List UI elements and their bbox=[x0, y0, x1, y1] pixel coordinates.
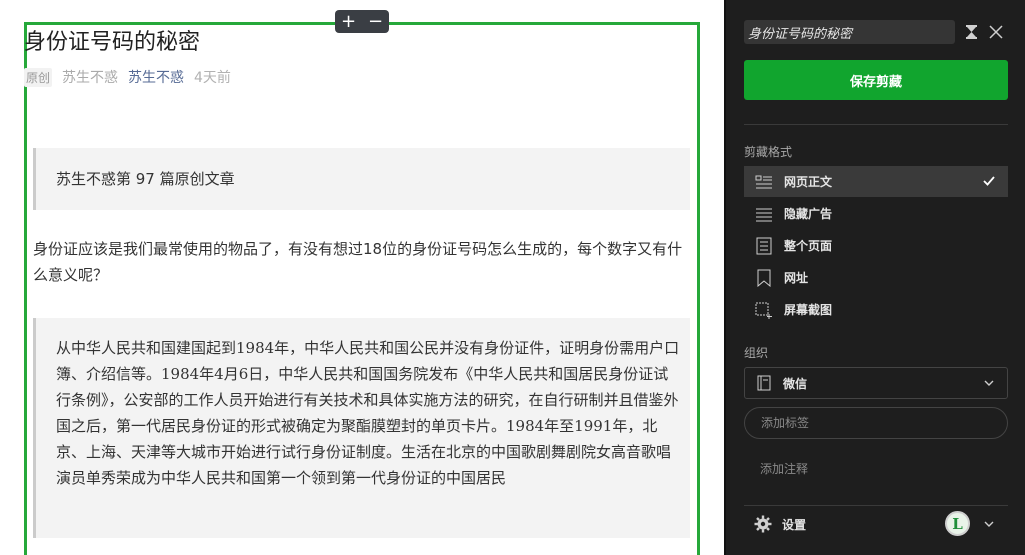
format-article[interactable]: 网页正文 bbox=[744, 166, 1008, 197]
account-link[interactable]: 苏生不惑 bbox=[128, 67, 184, 87]
format-label: 整个页面 bbox=[784, 239, 833, 253]
format-label: 屏幕截图 bbox=[784, 303, 833, 317]
article-meta: 原创 苏生不惑 苏生不惑 4天前 bbox=[24, 67, 231, 87]
save-clip-button[interactable]: 保存剪藏 bbox=[744, 60, 1008, 100]
format-hide-ads[interactable]: 隐藏广告 bbox=[744, 198, 1008, 229]
zoom-in-button[interactable]: + bbox=[339, 12, 359, 31]
organize-label: 组织 bbox=[744, 346, 769, 360]
settings-label: 设置 bbox=[782, 517, 807, 532]
notebook-icon bbox=[757, 375, 771, 391]
format-url[interactable]: 网址 bbox=[744, 262, 1008, 293]
article-paragraph: 身份证应该是我们最常使用的物品了，有没有想过18位的身份证号码怎么生成的，每个数… bbox=[33, 240, 683, 284]
original-tag: 原创 bbox=[24, 67, 53, 87]
format-label: 网址 bbox=[784, 271, 809, 285]
clipper-panel: 身份证号码的秘密 保存剪藏 剪藏格式 网页正文 隐藏广告 整个页面 网址 屏幕截… bbox=[724, 0, 1025, 555]
format-label: 隐藏广告 bbox=[784, 207, 833, 221]
clip-title-input[interactable]: 身份证号码的秘密 bbox=[744, 20, 955, 44]
page-icon bbox=[756, 237, 772, 254]
gear-icon bbox=[754, 515, 772, 533]
notebook-name: 微信 bbox=[783, 376, 808, 391]
chevron-down-icon bbox=[984, 380, 994, 386]
tag-input[interactable]: 添加标签 bbox=[744, 407, 1008, 439]
check-icon bbox=[983, 176, 995, 186]
bookmark-icon bbox=[757, 269, 771, 287]
format-label: 网页正文 bbox=[784, 175, 833, 189]
settings-button[interactable]: 设置 bbox=[754, 515, 806, 533]
intro-blockquote: 苏生不惑第 97 篇原创文章 bbox=[33, 148, 690, 210]
hourglass-icon[interactable] bbox=[966, 25, 977, 39]
history-blockquote: 从中华人民共和国建国起到1984年，中华人民共和国公民并没有身份证件，证明身份需… bbox=[33, 318, 690, 538]
chevron-down-icon[interactable] bbox=[983, 519, 995, 529]
screenshot-icon bbox=[755, 302, 772, 319]
zoom-out-button[interactable]: − bbox=[366, 12, 386, 31]
divider bbox=[744, 124, 1008, 125]
close-icon[interactable] bbox=[989, 25, 1003, 39]
article-icon bbox=[755, 175, 772, 188]
author-name: 苏生不惑 bbox=[62, 70, 119, 86]
format-full-page[interactable]: 整个页面 bbox=[744, 230, 1008, 261]
publish-time: 4天前 bbox=[194, 70, 231, 86]
note-input[interactable]: 添加注释 bbox=[760, 460, 808, 477]
lines-icon bbox=[756, 208, 772, 221]
avatar[interactable]: L bbox=[945, 511, 970, 536]
format-screenshot[interactable]: 屏幕截图 bbox=[744, 294, 1008, 325]
zoom-control: + − bbox=[335, 10, 389, 33]
article-area: + − 身份证号码的秘密 原创 苏生不惑 苏生不惑 4天前 苏生不惑第 97 篇… bbox=[0, 0, 724, 555]
article-title: 身份证号码的秘密 bbox=[24, 30, 201, 55]
divider bbox=[744, 505, 1008, 506]
clip-format-label: 剪藏格式 bbox=[744, 145, 793, 159]
notebook-select[interactable]: 微信 bbox=[744, 367, 1008, 399]
